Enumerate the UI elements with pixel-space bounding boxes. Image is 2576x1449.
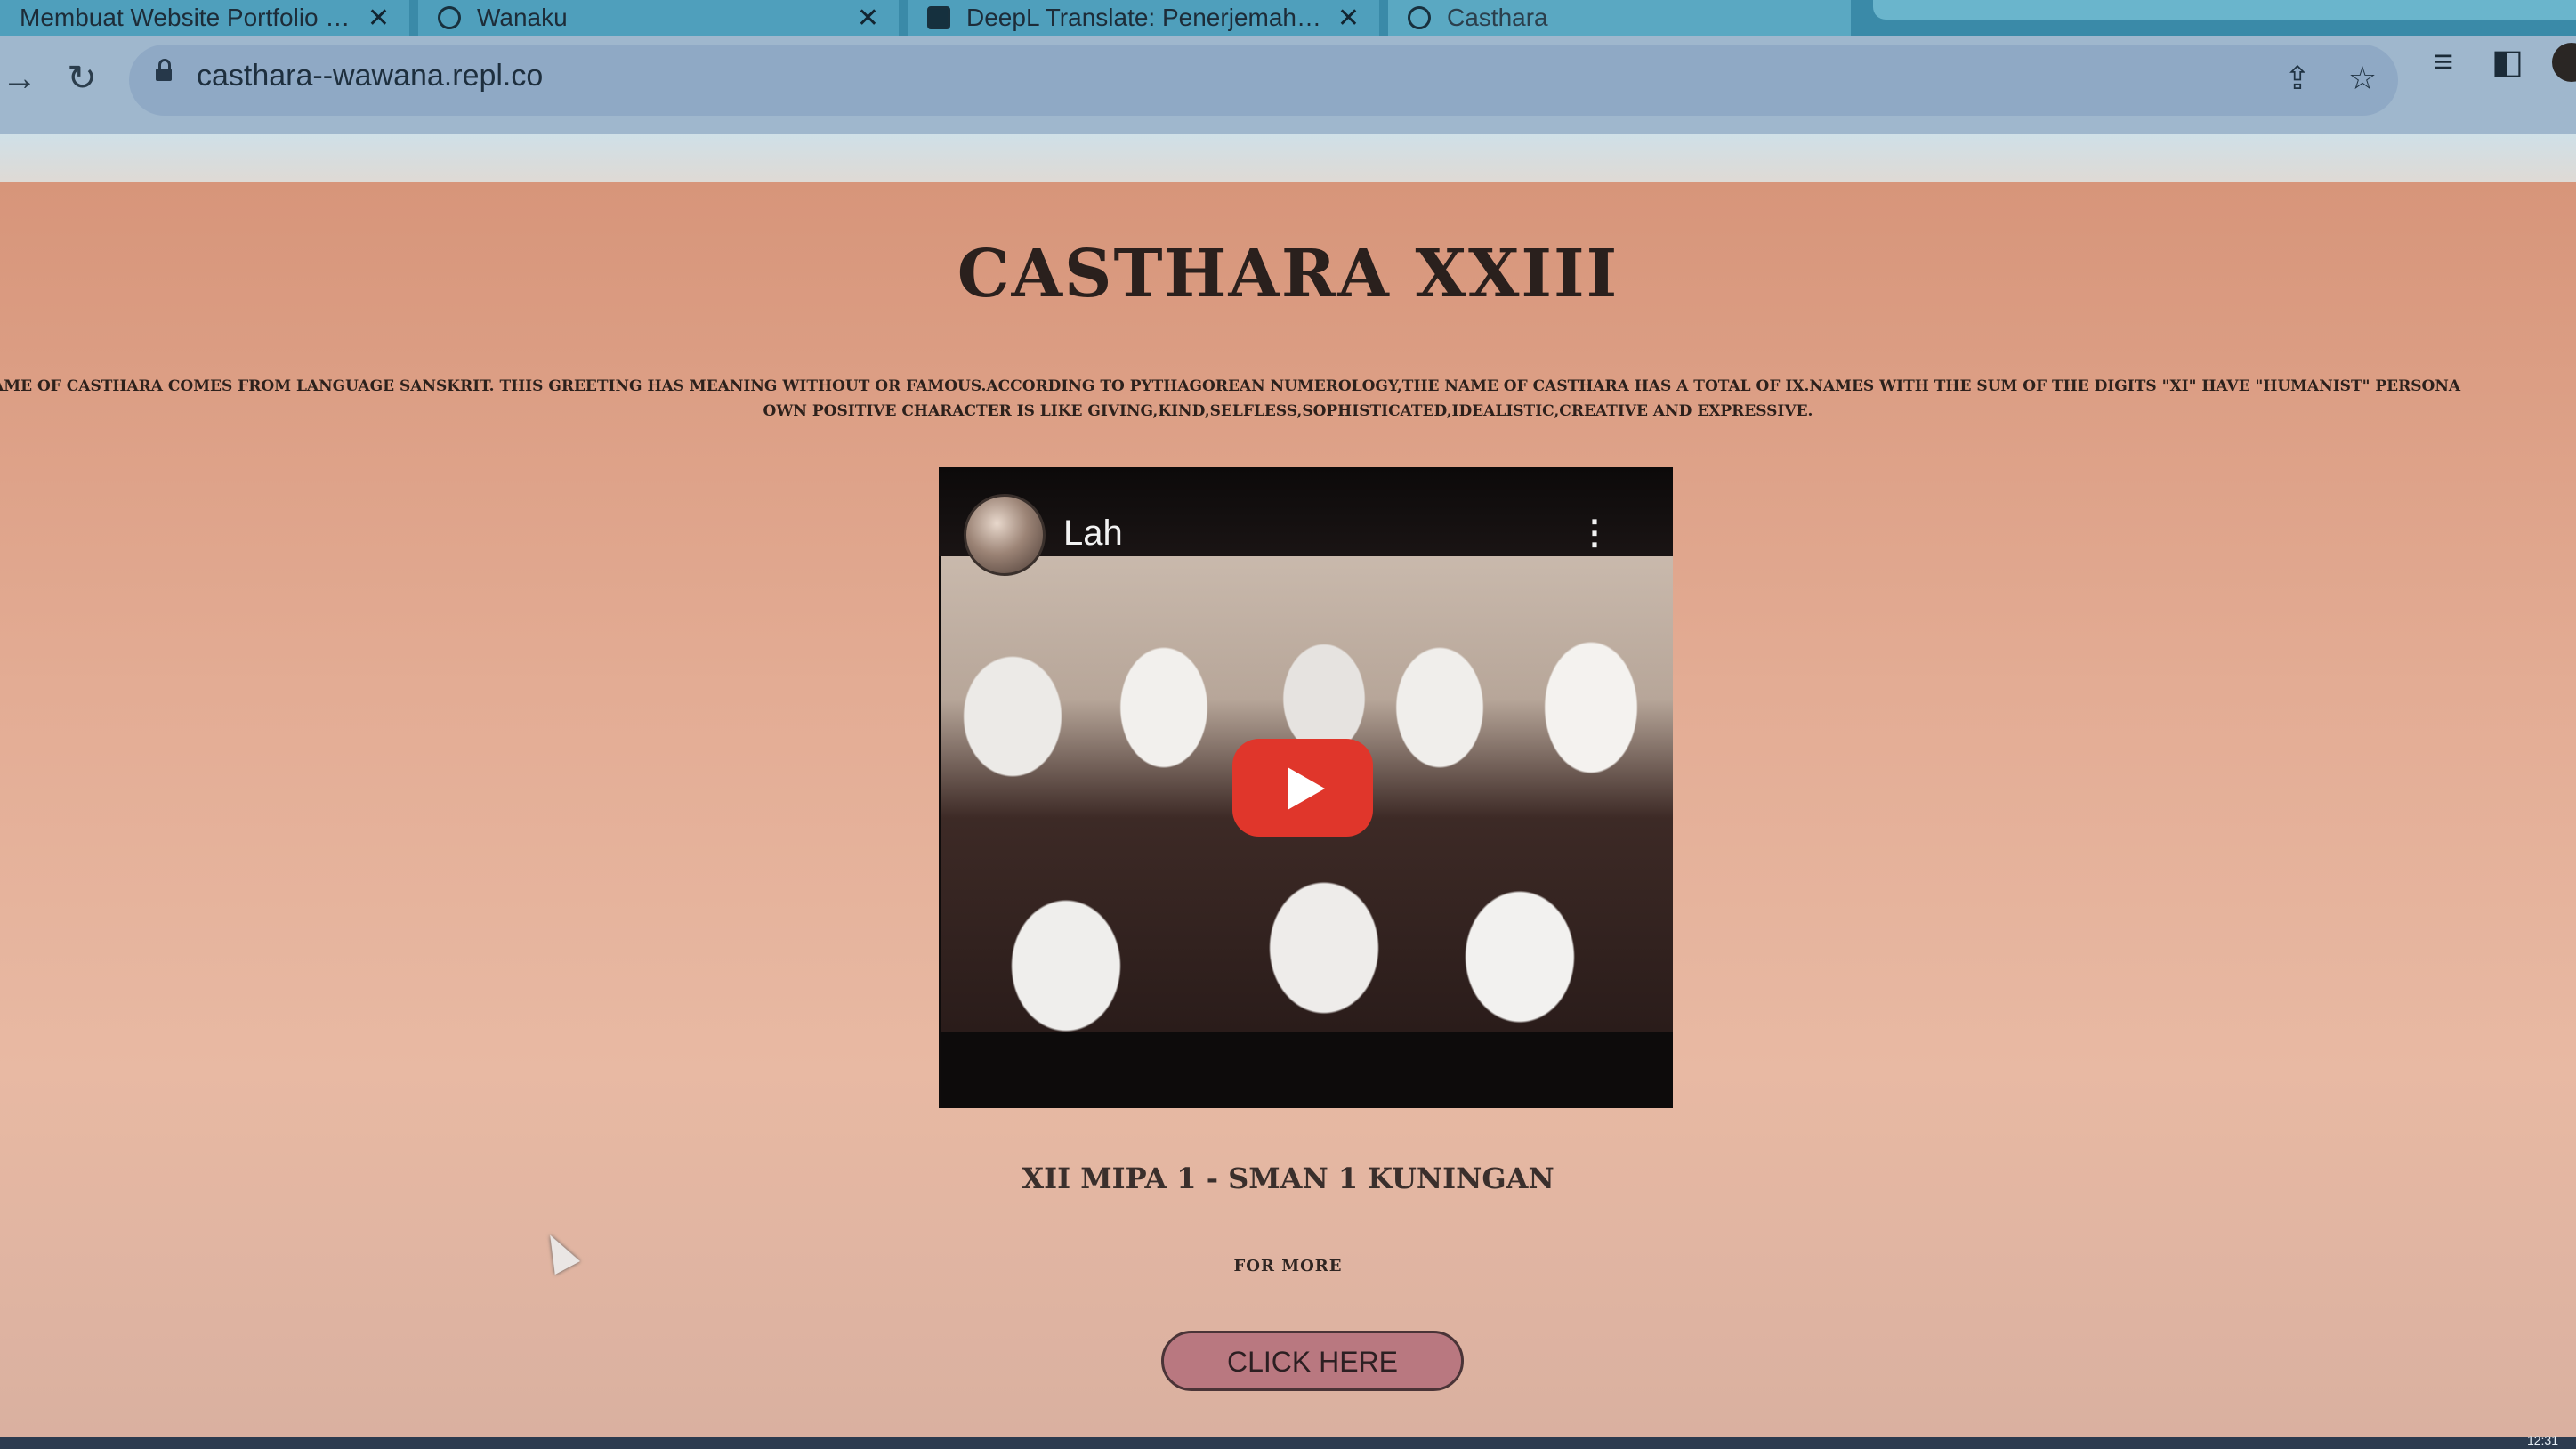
tab-strip-edge bbox=[1873, 0, 2576, 20]
close-icon[interactable]: ✕ bbox=[857, 3, 879, 34]
address-bar[interactable]: casthara--wawana.repl.co ⇪ ☆ bbox=[129, 45, 2398, 116]
description-line: OWN POSITIVE CHARACTER IS LIKE GIVING,KI… bbox=[763, 402, 1813, 420]
class-name: XII MIPA 1 - SMAN 1 KUNINGAN bbox=[1022, 1162, 1554, 1195]
tab-deepl[interactable]: DeepL Translate: Penerjemah pal ✕ bbox=[908, 0, 1379, 36]
channel-avatar[interactable] bbox=[964, 494, 1046, 576]
play-button-icon[interactable] bbox=[1232, 739, 1373, 837]
deepl-icon bbox=[927, 6, 950, 29]
share-icon[interactable]: ⇪ bbox=[2278, 59, 2317, 98]
taskbar bbox=[0, 1437, 2576, 1449]
lock-icon[interactable] bbox=[156, 59, 172, 81]
reload-icon[interactable]: ↻ bbox=[62, 59, 101, 98]
globe-icon bbox=[438, 6, 461, 29]
tab-title: DeepL Translate: Penerjemah pal bbox=[966, 4, 1327, 31]
page-title: CASTHARA XXIII bbox=[957, 236, 1619, 312]
tab-title: Wanaku bbox=[477, 4, 568, 31]
for-more-label: FOR MORE bbox=[1233, 1257, 1343, 1275]
video-footer bbox=[941, 1032, 1673, 1108]
video-title[interactable]: Lah bbox=[1063, 514, 1123, 554]
tab-portfolio[interactable]: Membuat Website Portfolio Men ✕ bbox=[0, 0, 409, 36]
forward-arrow-icon[interactable]: → bbox=[0, 59, 39, 98]
tab-wanaku[interactable]: Wanaku ✕ bbox=[418, 0, 899, 36]
page-content: CASTHARA XXIII EANING NAME OF CASTHARA C… bbox=[0, 182, 2576, 1449]
tab-bar: Membuat Website Portfolio Men ✕ Wanaku ✕… bbox=[0, 0, 2576, 36]
clock: 12:31 bbox=[2526, 1433, 2558, 1447]
youtube-embed[interactable]: Lah ⋮ bbox=[939, 467, 1673, 1108]
tab-title: Membuat Website Portfolio Men bbox=[20, 4, 357, 31]
description-line: EANING NAME OF CASTHARA COMES FROM LANGU… bbox=[0, 377, 2461, 395]
media-queue-icon[interactable]: ≡ bbox=[2422, 41, 2465, 84]
more-options-icon[interactable]: ⋮ bbox=[1578, 514, 1611, 553]
tab-title: Casthara bbox=[1447, 4, 1548, 31]
url-text[interactable]: casthara--wawana.repl.co bbox=[197, 59, 543, 93]
close-icon[interactable]: ✕ bbox=[1337, 3, 1360, 34]
description: EANING NAME OF CASTHARA COMES FROM LANGU… bbox=[0, 374, 2576, 424]
close-icon[interactable]: ✕ bbox=[367, 3, 390, 34]
globe-icon bbox=[1408, 6, 1431, 29]
tab-casthara[interactable]: Casthara bbox=[1388, 0, 1851, 36]
click-here-button[interactable]: CLICK HERE bbox=[1161, 1331, 1464, 1391]
video-header bbox=[939, 467, 1673, 556]
side-panel-icon[interactable]: ◧ bbox=[2486, 41, 2529, 84]
star-icon[interactable]: ☆ bbox=[2343, 59, 2382, 98]
